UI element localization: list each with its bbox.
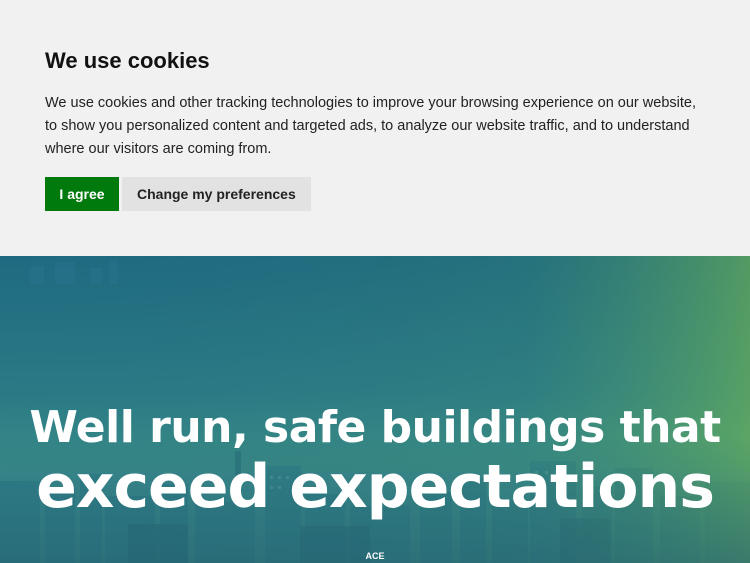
cookie-banner: We use cookies We use cookies and other …	[0, 0, 750, 256]
brand-logo[interactable]: ACE	[365, 551, 384, 561]
cookie-button-group: I agree Change my preferences	[45, 177, 705, 211]
change-preferences-button[interactable]: Change my preferences	[122, 177, 311, 211]
hero-headline-line1: Well run, safe buildings that	[29, 402, 721, 453]
cookie-title: We use cookies	[45, 48, 210, 73]
page: We use cookies We use cookies and other …	[0, 0, 750, 563]
hero-headline-line2: exceed expectations	[36, 452, 715, 522]
cookie-description: We use cookies and other tracking techno…	[45, 95, 696, 157]
agree-button[interactable]: I agree	[45, 177, 119, 211]
hero-section: Well run, safe buildings that exceed exp…	[0, 256, 750, 563]
